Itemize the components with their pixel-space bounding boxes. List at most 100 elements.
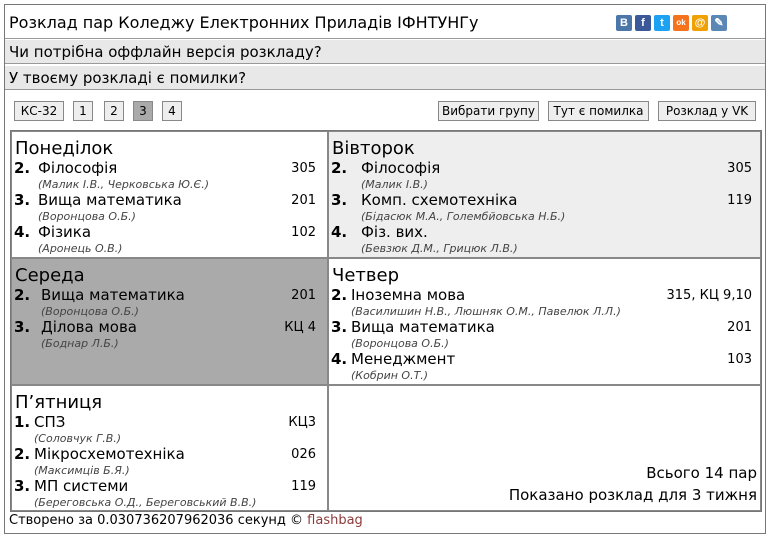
header: Розклад пар Коледжу Електронних Приладів… [5, 5, 765, 39]
lesson-room: 119 [727, 193, 752, 208]
lesson-number: 3. [331, 191, 348, 209]
lesson-teachers: (Воронцова О.Б.) [38, 210, 136, 223]
vk-schedule-button[interactable]: Розклад у VK [658, 101, 756, 121]
lesson-room: 305 [727, 161, 752, 176]
controls: КС-32 1 2 3 4 Вибрати групу Тут є помилк… [5, 91, 765, 129]
day-title: Понеділок [15, 138, 114, 159]
week-3-button[interactable]: 3 [133, 101, 153, 121]
week-2-button[interactable]: 2 [104, 101, 124, 121]
lesson-number: 2. [331, 286, 348, 304]
lesson-number: 2. [14, 445, 31, 463]
lesson-teachers: (Воронцова О.Б.) [41, 305, 139, 318]
lesson-teachers: (Воронцова О.Б.) [351, 337, 449, 350]
day-wednesday: Середа 2. Вища математика 201 (Воронцова… [11, 258, 328, 385]
week-4-button[interactable]: 4 [162, 101, 182, 121]
day-tuesday: Вівторок 2. Філософія 305 (Малик І.В.) 3… [328, 131, 761, 258]
author-link[interactable]: flashbag [307, 513, 363, 528]
week-shown: Показано розклад для 3 тижня [508, 486, 757, 504]
twitter-icon[interactable]: t [654, 15, 670, 31]
lesson-teachers: (Соловчук Г.В.) [34, 432, 122, 445]
day-title: Четвер [332, 265, 400, 286]
lesson-teachers: (Василишин Н.В., Люшняк О.М., Павелюк Л.… [351, 305, 621, 318]
share-icons: В f t ok @ ✎ [616, 15, 727, 31]
lesson-number: 2. [14, 286, 31, 304]
lesson: 2. Філософія 305 (Малик І.В., Черковська… [14, 159, 320, 191]
lesson: 4. Менеджмент 103 (Кобрин О.Т.) [331, 350, 756, 382]
lesson: 1. СПЗ КЦ3 (Соловчук Г.В.) [14, 413, 320, 445]
offline-notice[interactable]: Чи потрібна оффлайн версія розкладу? [5, 40, 765, 64]
schedule-grid: Понеділок 2. Філософія 305 (Малик І.В., … [10, 130, 762, 512]
page-title: Розклад пар Коледжу Електронних Приладів… [9, 13, 479, 32]
lesson-name: Менеджмент [351, 350, 456, 368]
lesson-name: Філософія [361, 159, 441, 177]
day-title: Середа [15, 265, 85, 286]
lesson-teachers: (Боднар Л.Б.) [41, 337, 119, 350]
footer-created: Створено за 0.030736207962036 секунд © [9, 513, 304, 528]
lesson-number: 1. [14, 413, 31, 431]
lesson-name: Комп. схемотехніка [361, 191, 518, 209]
lesson-number: 3. [14, 318, 31, 336]
lesson-number: 3. [331, 318, 348, 336]
lesson-room: 305 [291, 161, 316, 176]
lesson-number: 4. [14, 223, 31, 241]
lesson-teachers: (Бідасюк М.А., Голембйовська Н.Б.) [361, 210, 566, 223]
lesson-teachers: (Малик І.В.) [361, 178, 428, 191]
lesson-room: КЦ 4 [284, 320, 316, 335]
lesson: 2. Філософія 305 (Малик І.В.) [331, 159, 756, 191]
day-title: Вівторок [332, 138, 415, 159]
lesson: 2. Іноземна мова 315, КЦ 9,10 (Василишин… [331, 286, 756, 318]
lesson-name: Фізика [38, 223, 92, 241]
lesson-room: 026 [291, 447, 316, 462]
week-1-button[interactable]: 1 [73, 101, 93, 121]
lesson-teachers: (Малик І.В., Черковська Ю.Є.) [38, 178, 210, 191]
livejournal-icon[interactable]: ✎ [711, 15, 727, 31]
lesson-room: 102 [291, 225, 316, 240]
lesson: 2. Мікросхемотехніка 026 (Максимців Б.Я.… [14, 445, 320, 477]
page-frame: Розклад пар Коледжу Електронних Приладів… [4, 4, 766, 534]
day-monday: Понеділок 2. Філософія 305 (Малик І.В., … [11, 131, 328, 258]
lesson-room: 201 [291, 193, 316, 208]
lesson: 3. Вища математика 201 (Воронцова О.Б.) [14, 191, 320, 223]
facebook-icon[interactable]: f [635, 15, 651, 31]
lesson: 3. Ділова мова КЦ 4 (Боднар Л.Б.) [14, 318, 320, 350]
mail-icon[interactable]: @ [692, 15, 708, 31]
lesson: 4. Фіз. вих. (Бевзюк Д.М., Грицюк Л.В.) [331, 223, 756, 255]
day-title: П’ятниця [15, 392, 103, 413]
day-friday: П’ятниця 1. СПЗ КЦ3 (Соловчук Г.В.) 2. М… [11, 385, 328, 511]
lesson-name: Вища математика [38, 191, 182, 209]
errors-notice[interactable]: У твоєму розкладі є помилки? [5, 66, 765, 90]
choose-group-button[interactable]: Вибрати групу [438, 101, 539, 121]
vk-icon[interactable]: В [616, 15, 632, 31]
lesson-teachers: (Максимців Б.Я.) [34, 464, 130, 477]
lesson: 3. Комп. схемотехніка 119 (Бідасюк М.А.,… [331, 191, 756, 223]
lesson-teachers: (Береговська О.Д., Береговський В.В.) [34, 496, 257, 509]
lesson-teachers: (Бевзюк Д.М., Грицюк Л.В.) [361, 242, 518, 255]
lesson-name: Філософія [38, 159, 118, 177]
lesson-room: 201 [727, 320, 752, 335]
lesson: 4. Фізика 102 (Аронець О.В.) [14, 223, 320, 255]
lesson-number: 2. [14, 159, 31, 177]
lesson-name: Вища математика [41, 286, 185, 304]
report-error-button[interactable]: Тут є помилка [548, 101, 649, 121]
lesson-number: 3. [14, 191, 31, 209]
lesson-name: Іноземна мова [351, 286, 466, 304]
footer: Створено за 0.030736207962036 секунд © f… [9, 513, 363, 528]
lesson-number: 2. [331, 159, 348, 177]
lesson-name: МП системи [34, 477, 129, 495]
lesson-number: 4. [331, 350, 348, 368]
lesson-room: 201 [291, 288, 316, 303]
lesson-teachers: (Аронець О.В.) [38, 242, 123, 255]
lesson-name: Вища математика [351, 318, 495, 336]
lesson-room: КЦ3 [288, 415, 316, 430]
lesson-name: Ділова мова [41, 318, 137, 336]
lesson: 3. МП системи 119 (Береговська О.Д., Бер… [14, 477, 320, 509]
lesson-room: 103 [727, 352, 752, 367]
group-button[interactable]: КС-32 [14, 101, 64, 121]
lesson-room: 315, КЦ 9,10 [666, 288, 752, 303]
summary-cell: Всього 14 пар Показано розклад для 3 тиж… [328, 385, 761, 511]
lesson-name: Фіз. вих. [361, 223, 428, 241]
lesson-teachers: (Кобрин О.Т.) [351, 369, 429, 382]
odnoklassniki-icon[interactable]: ok [673, 15, 689, 31]
lesson-name: СПЗ [34, 413, 66, 431]
lesson: 3. Вища математика 201 (Воронцова О.Б.) [331, 318, 756, 350]
